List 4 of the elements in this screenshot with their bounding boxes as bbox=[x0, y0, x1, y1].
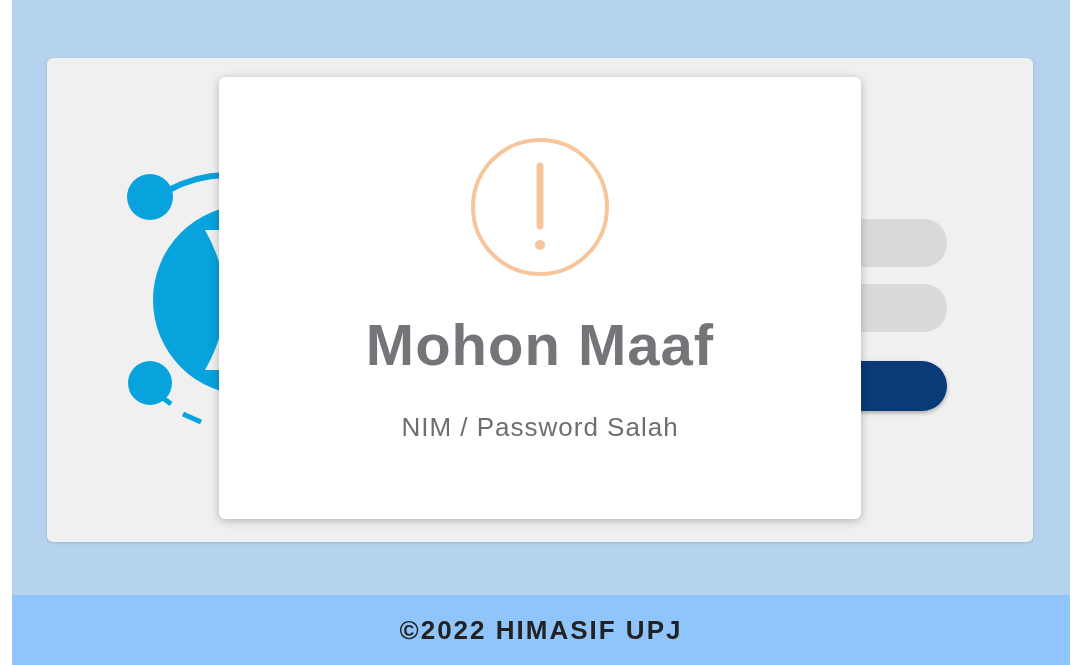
alert-message: NIM / Password Salah bbox=[401, 412, 679, 443]
copyright-text: ©2022 HIMASIF UPJ bbox=[399, 614, 683, 646]
warning-icon bbox=[469, 136, 611, 278]
alert-title: Mohon Maaf bbox=[365, 311, 715, 378]
